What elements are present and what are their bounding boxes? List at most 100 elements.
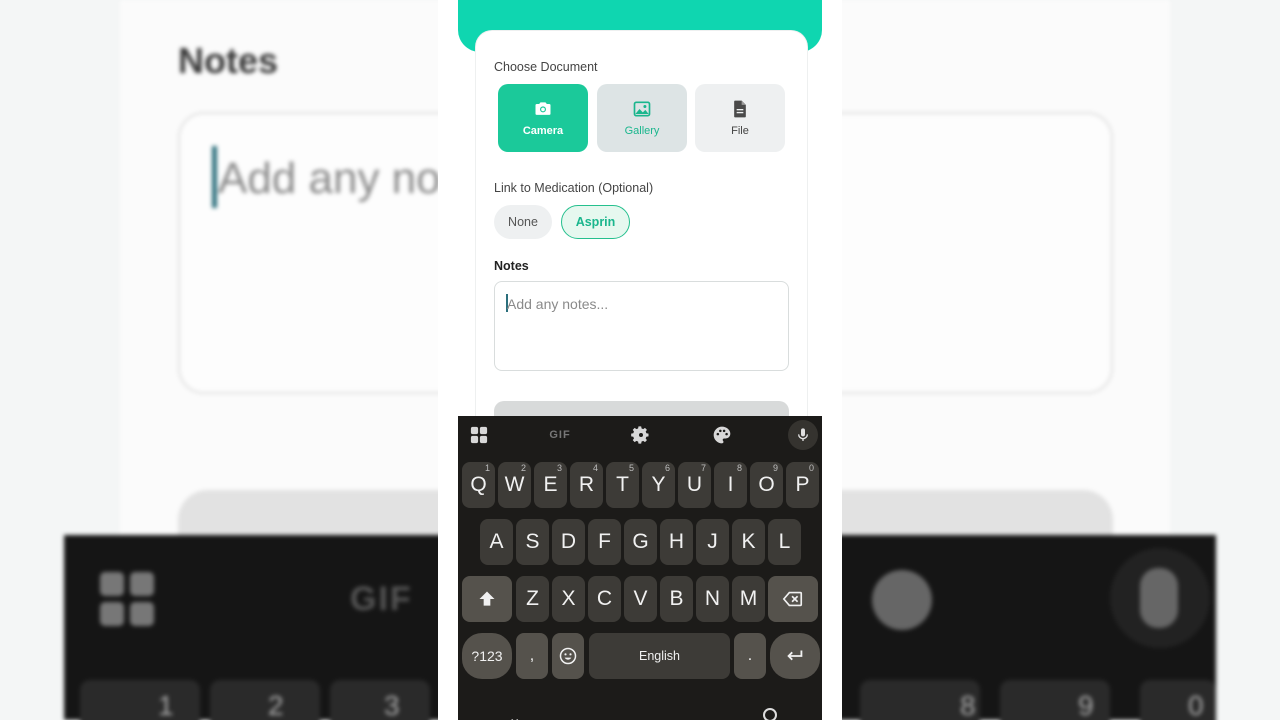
key-label: T [616, 473, 629, 496]
background-num-hint: 3 [384, 690, 400, 720]
background-num-hint: 9 [1078, 690, 1094, 720]
key[interactable]: K [732, 519, 765, 565]
key[interactable]: T5 [606, 462, 639, 508]
keyboard-toolbar: GIF [458, 416, 822, 456]
file-button[interactable]: File [695, 84, 785, 152]
file-icon [734, 100, 746, 118]
key-hint: 9 [772, 463, 778, 473]
key[interactable]: W2 [498, 462, 531, 508]
background-keycap [210, 680, 320, 720]
keyboard-hide-icon[interactable]: ⌄ [508, 708, 521, 720]
key-label: Y [651, 473, 666, 496]
gear-icon[interactable] [630, 424, 652, 446]
medication-label: Link to Medication (Optional) [494, 181, 654, 195]
key-label: R [578, 473, 595, 496]
key[interactable]: N [696, 576, 729, 622]
background-num-hint: 1 [158, 690, 174, 720]
gallery-label: Gallery [624, 125, 660, 137]
key-hint: 2 [520, 463, 526, 473]
key-hint: 0 [808, 463, 814, 473]
key[interactable]: D [552, 519, 585, 565]
backspace-key[interactable] [768, 576, 818, 622]
space-key[interactable]: English [589, 633, 730, 679]
camera-icon [535, 102, 551, 115]
image-icon [633, 101, 651, 117]
camera-button[interactable]: Camera [498, 84, 588, 152]
key[interactable]: M [732, 576, 765, 622]
key[interactable]: P0 [786, 462, 819, 508]
key-hint: 4 [592, 463, 598, 473]
voice-input-button[interactable] [788, 420, 818, 450]
key[interactable]: S [516, 519, 549, 565]
key[interactable]: C [588, 576, 621, 622]
period-key[interactable]: . [734, 633, 766, 679]
key-hint: 3 [556, 463, 562, 473]
notes-label: Notes [494, 259, 529, 273]
palette-icon[interactable] [711, 424, 733, 446]
shift-arrow-icon [479, 591, 495, 606]
background-gif-label: GIF [350, 580, 413, 618]
background-keycap [80, 680, 200, 720]
soft-keyboard: G I F Q 1 W 2 E 3 R 4 T 5 Y 6 U 7 I 8 O 9 … [458, 416, 822, 720]
key[interactable]: L [768, 519, 801, 565]
background-palette-icon [872, 570, 932, 630]
background-num-hint: 2 [268, 690, 284, 720]
key[interactable]: J [696, 519, 729, 565]
background-keycap [330, 680, 430, 720]
key-label: E [543, 473, 558, 496]
key[interactable]: B [660, 576, 693, 622]
background-caret [212, 146, 217, 208]
background-placeholder: Add any no [218, 154, 441, 203]
medication-chip-none[interactable]: None [494, 205, 552, 239]
key[interactable]: E3 [534, 462, 567, 508]
choose-document-label: Choose Document [494, 60, 598, 74]
key[interactable]: O9 [750, 462, 783, 508]
gif-button[interactable]: GIF [546, 424, 574, 446]
key[interactable]: Z [516, 576, 549, 622]
file-label: File [731, 125, 749, 137]
key-hint: 6 [664, 463, 670, 473]
key-label: U [686, 473, 703, 496]
key[interactable]: A [480, 519, 513, 565]
key[interactable]: I8 [714, 462, 747, 508]
key[interactable]: X [552, 576, 585, 622]
phone-screen: Choose Document Camera Gallery File Link… [438, 0, 842, 720]
key[interactable]: V [624, 576, 657, 622]
symbols-key[interactable]: ?123 [462, 633, 512, 679]
microphone-icon [798, 428, 808, 441]
notes-input[interactable]: Add any notes... [494, 281, 789, 371]
gallery-button[interactable]: Gallery [597, 84, 687, 152]
emoji-icon [559, 647, 577, 665]
key-label: I [727, 473, 734, 496]
key[interactable]: F [588, 519, 621, 565]
background-grid-icon [100, 572, 154, 626]
key-hint: 8 [736, 463, 742, 473]
key-hint: 7 [700, 463, 706, 473]
key-label: P [795, 473, 810, 496]
background-title: Notes [178, 40, 279, 81]
key[interactable]: G [624, 519, 657, 565]
background-num-hint: 8 [960, 690, 976, 720]
camera-label: Camera [522, 125, 564, 137]
shift-key[interactable] [462, 576, 512, 622]
globe-icon[interactable] [763, 708, 777, 720]
key-label: Q [470, 473, 487, 496]
comma-key[interactable]: , [516, 633, 548, 679]
background-num-hint: 0 [1188, 690, 1204, 720]
key-hint: 5 [628, 463, 634, 473]
apps-grid-icon[interactable] [468, 424, 490, 446]
key-label: W [504, 473, 525, 496]
notes-placeholder: Add any notes... [507, 296, 609, 312]
emoji-key[interactable] [552, 633, 584, 679]
enter-icon [787, 650, 803, 661]
backspace-icon [782, 591, 803, 607]
key[interactable]: R4 [570, 462, 603, 508]
background-mic-icon [1140, 568, 1178, 628]
key[interactable]: Q1 [462, 462, 495, 508]
key[interactable]: Y6 [642, 462, 675, 508]
medication-chip-asprin[interactable]: Asprin [561, 205, 630, 239]
key-label: O [758, 473, 775, 496]
enter-key[interactable] [770, 633, 820, 679]
key[interactable]: H [660, 519, 693, 565]
key[interactable]: U7 [678, 462, 711, 508]
